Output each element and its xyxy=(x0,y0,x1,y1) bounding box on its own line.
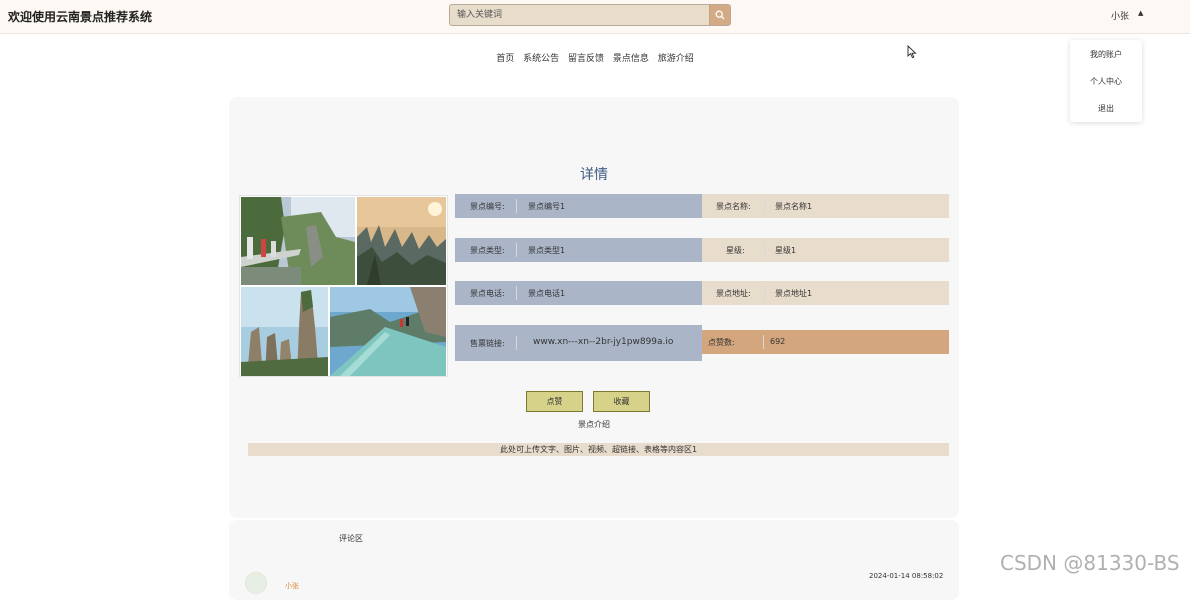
field-attraction-code: 景点编号: 景点编号1 xyxy=(455,194,702,218)
comment-section: 评论区 小张 2024-01-14 08:58:02 xyxy=(229,520,959,600)
field-attraction-phone: 景点电话: 景点电话1 xyxy=(455,281,702,305)
value-attraction-address: 景点地址1 xyxy=(775,289,813,298)
divider xyxy=(516,286,517,300)
value-attraction-code: 景点编号1 xyxy=(528,202,566,211)
label-attraction-address: 景点地址: xyxy=(716,289,751,298)
nav-item-home[interactable]: 首页 xyxy=(496,51,514,64)
nav-item-travel-intro[interactable]: 旅游介绍 xyxy=(658,51,694,64)
label-likes: 点赞数: xyxy=(708,338,735,347)
field-ticket-link: 售票链接: www.xn---xn--2br-jy1pw899a.io xyxy=(455,325,702,361)
caret-down-icon[interactable]: ▲ xyxy=(1138,9,1143,17)
value-star-level: 星级1 xyxy=(775,246,797,255)
like-button[interactable]: 点赞 xyxy=(526,391,583,412)
top-header-bar: 欢迎使用云南景点推荐系统 小张 ▲ xyxy=(0,0,1190,34)
nav-item-attractions[interactable]: 景点信息 xyxy=(613,51,649,64)
user-name[interactable]: 小张 xyxy=(1111,9,1129,22)
main-nav: 首页 系统公告 留言反馈 景点信息 旅游介绍 xyxy=(0,51,1190,64)
menu-item-personal-center[interactable]: 个人中心 xyxy=(1070,76,1142,87)
attraction-photo-collage xyxy=(239,195,448,377)
nav-item-feedback[interactable]: 留言反馈 xyxy=(568,51,604,64)
photo-cliff-walkway xyxy=(241,197,355,285)
intro-content: 此处可上传文字、图片、视频、超链接、表格等内容区1 xyxy=(248,443,949,456)
search-button[interactable] xyxy=(709,5,730,25)
comment-timestamp: 2024-01-14 08:58:02 xyxy=(869,572,944,580)
avatar xyxy=(245,572,267,594)
label-attraction-phone: 景点电话: xyxy=(470,289,505,298)
label-attraction-name: 景点名称: xyxy=(716,202,751,211)
detail-card: 详情 景点编号: 景点编号1 景点名称: 景点名称1 景点类型: 景点类型1 星… xyxy=(229,97,959,518)
info-row-phone-address: 景点电话: 景点电话1 景点地址: 景点地址1 xyxy=(455,281,949,305)
value-ticket-link[interactable]: www.xn---xn--2br-jy1pw899a.io xyxy=(533,337,673,347)
label-attraction-code: 景点编号: xyxy=(470,202,505,211)
label-attraction-type: 景点类型: xyxy=(470,246,505,255)
divider xyxy=(516,336,517,350)
value-attraction-type: 景点类型1 xyxy=(528,246,566,255)
favorite-button[interactable]: 收藏 xyxy=(593,391,650,412)
divider xyxy=(516,199,517,213)
photo-sunset-peaks xyxy=(357,197,446,285)
watermark: CSDN @81330-BS xyxy=(1000,551,1180,575)
divider xyxy=(764,199,765,213)
menu-item-logout[interactable]: 退出 xyxy=(1070,103,1142,114)
divider xyxy=(516,243,517,257)
label-ticket-link: 售票链接: xyxy=(470,339,505,348)
value-attraction-phone: 景点电话1 xyxy=(528,289,566,298)
value-likes: 692 xyxy=(770,337,786,346)
search-input[interactable] xyxy=(450,5,710,25)
search-icon xyxy=(715,10,725,20)
intro-title: 景点介绍 xyxy=(578,420,610,429)
comment-user-name: 小张 xyxy=(285,582,299,590)
photo-stone-pillars xyxy=(241,287,328,376)
search-box xyxy=(449,4,731,26)
field-attraction-address: 景点地址: 景点地址1 xyxy=(702,281,949,305)
comment-section-title: 评论区 xyxy=(339,534,363,543)
divider xyxy=(763,335,764,349)
detail-title: 详情 xyxy=(580,167,608,183)
info-row-type-star: 景点类型: 景点类型1 星级: 星级1 xyxy=(455,238,949,262)
info-row-code-name: 景点编号: 景点编号1 景点名称: 景点名称1 xyxy=(455,194,949,218)
info-row-link-likes: 售票链接: www.xn---xn--2br-jy1pw899a.io 点赞数:… xyxy=(455,325,949,361)
field-likes: 点赞数: 692 xyxy=(702,330,949,354)
label-star-level: 星级: xyxy=(726,246,745,255)
site-title: 欢迎使用云南景点推荐系统 xyxy=(8,10,153,24)
nav-item-announcements[interactable]: 系统公告 xyxy=(523,51,559,64)
field-attraction-type: 景点类型: 景点类型1 xyxy=(455,238,702,262)
divider xyxy=(764,243,765,257)
divider xyxy=(764,286,765,300)
value-attraction-name: 景点名称1 xyxy=(775,202,813,211)
field-star-level: 星级: 星级1 xyxy=(702,238,949,262)
photo-glass-walkway xyxy=(330,287,446,376)
field-attraction-name: 景点名称: 景点名称1 xyxy=(702,194,949,218)
